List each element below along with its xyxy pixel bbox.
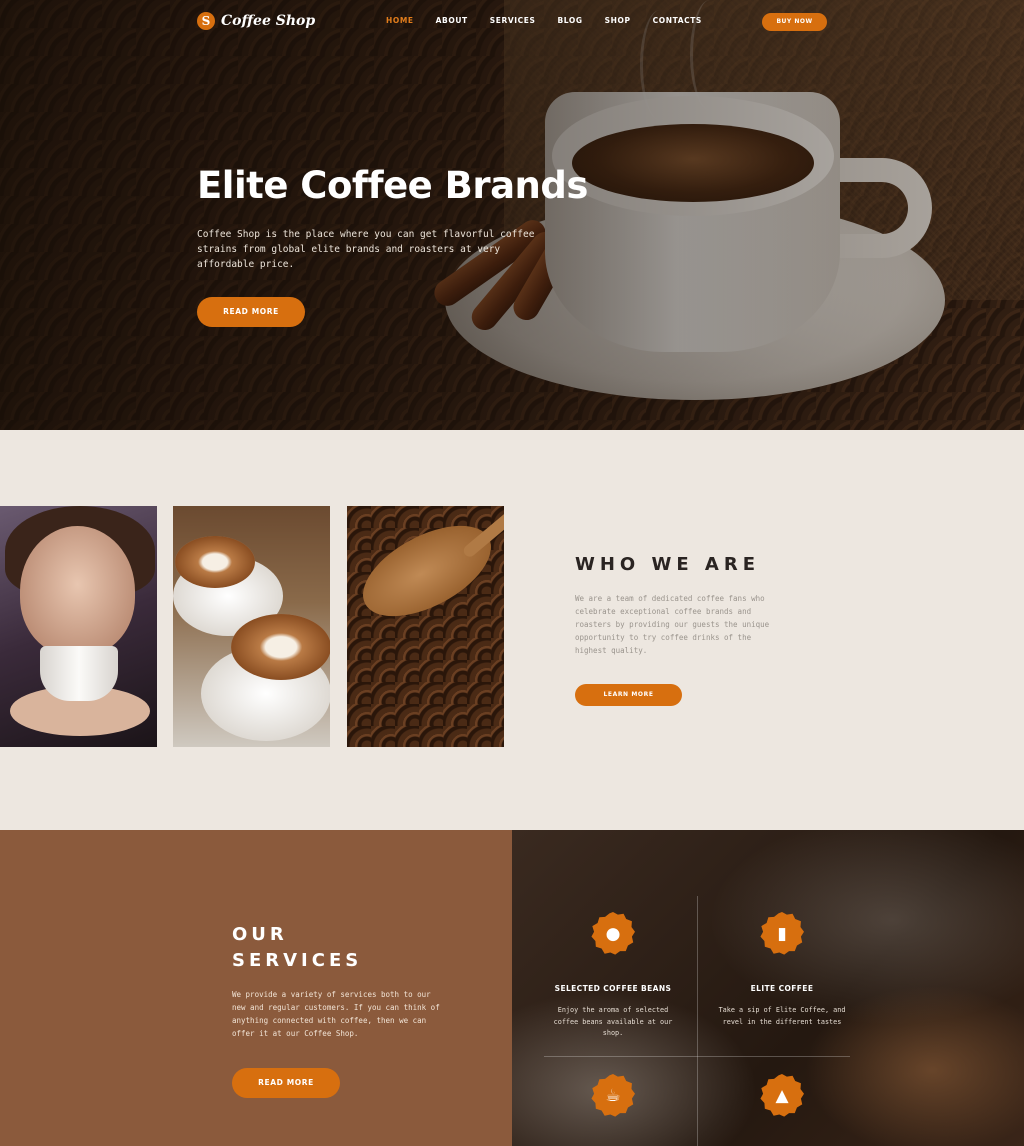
service-text: Take a sip of Elite Coffee, and revel in… xyxy=(718,1006,846,1026)
coffee-beans-spoon-image xyxy=(347,506,504,747)
who-we-are-text: We are a team of dedicated coffee fans w… xyxy=(575,594,770,655)
hero-read-more-button[interactable]: READ MORE xyxy=(197,297,305,327)
service-title: ELITE COFFEE xyxy=(750,984,814,993)
service-selected-coffee-beans[interactable]: ● SELECTED COFFEE BEANS Enjoy the aroma … xyxy=(538,912,688,1040)
woman-with-coffee-image xyxy=(0,506,157,747)
turkish-coffee-pot-icon: ▲ xyxy=(760,1074,804,1118)
wooden-spoon xyxy=(348,507,504,635)
service-title: SELECTED COFFEE BEANS xyxy=(554,984,672,993)
nav-link-contacts[interactable]: CONTACTS xyxy=(653,16,702,25)
nav-link-shop[interactable]: SHOP xyxy=(605,16,631,25)
logo-text: Coffee Shop xyxy=(221,13,316,29)
hero-overlay xyxy=(0,0,1024,430)
learn-more-button[interactable]: LEARN MORE xyxy=(575,684,682,706)
buy-now-button[interactable]: BUY NOW xyxy=(762,13,827,31)
nav-link-home[interactable]: HOME xyxy=(386,16,414,25)
latte-cup xyxy=(231,614,330,680)
service-coffee-pot[interactable]: ☕ xyxy=(538,1074,688,1118)
hero-title: Elite Coffee Brands xyxy=(197,164,588,207)
nav-link-blog[interactable]: BLOG xyxy=(557,16,582,25)
services-grid-panel: ● SELECTED COFFEE BEANS Enjoy the aroma … xyxy=(512,830,1024,1146)
hero-section: Coffee Shop HOME ABOUT SERVICES BLOG SHO… xyxy=(0,0,1024,430)
hero-description: Coffee Shop is the place where you can g… xyxy=(197,229,535,270)
services-title-line1: OUR xyxy=(232,924,288,945)
coffee-bag-icon: ▮ xyxy=(760,912,804,956)
who-we-are-title: WHO WE ARE xyxy=(575,554,760,575)
service-text: Enjoy the aroma of selected coffee beans… xyxy=(553,1006,673,1037)
latte-cups-image xyxy=(173,506,330,747)
nav-links: HOME ABOUT SERVICES BLOG SHOP CONTACTS xyxy=(386,16,724,25)
coffee-bean-icon: ● xyxy=(591,912,635,956)
white-mug xyxy=(40,646,118,701)
services-intro-panel: OUR SERVICES We provide a variety of ser… xyxy=(0,830,512,1146)
grid-divider-vertical xyxy=(697,896,698,1146)
site-logo[interactable]: Coffee Shop xyxy=(197,12,315,30)
services-title: OUR SERVICES xyxy=(232,922,362,974)
top-navigation: Coffee Shop HOME ABOUT SERVICES BLOG SHO… xyxy=(0,0,1024,44)
service-turkish-coffee[interactable]: ▲ xyxy=(707,1074,857,1118)
grid-divider-horizontal xyxy=(544,1056,850,1057)
services-read-more-button[interactable]: READ MORE xyxy=(232,1068,340,1098)
logo-icon xyxy=(197,12,215,30)
who-we-are-section: WHO WE ARE We are a team of dedicated co… xyxy=(0,430,1024,830)
nav-link-about[interactable]: ABOUT xyxy=(436,16,468,25)
services-title-line2: SERVICES xyxy=(232,950,363,971)
nav-link-services[interactable]: SERVICES xyxy=(490,16,536,25)
latte-cup xyxy=(175,536,255,588)
services-text: We provide a variety of services both to… xyxy=(232,990,440,1038)
coffee-pot-icon: ☕ xyxy=(591,1074,635,1118)
face xyxy=(20,526,135,656)
service-elite-coffee[interactable]: ▮ ELITE COFFEE Take a sip of Elite Coffe… xyxy=(707,912,857,1028)
